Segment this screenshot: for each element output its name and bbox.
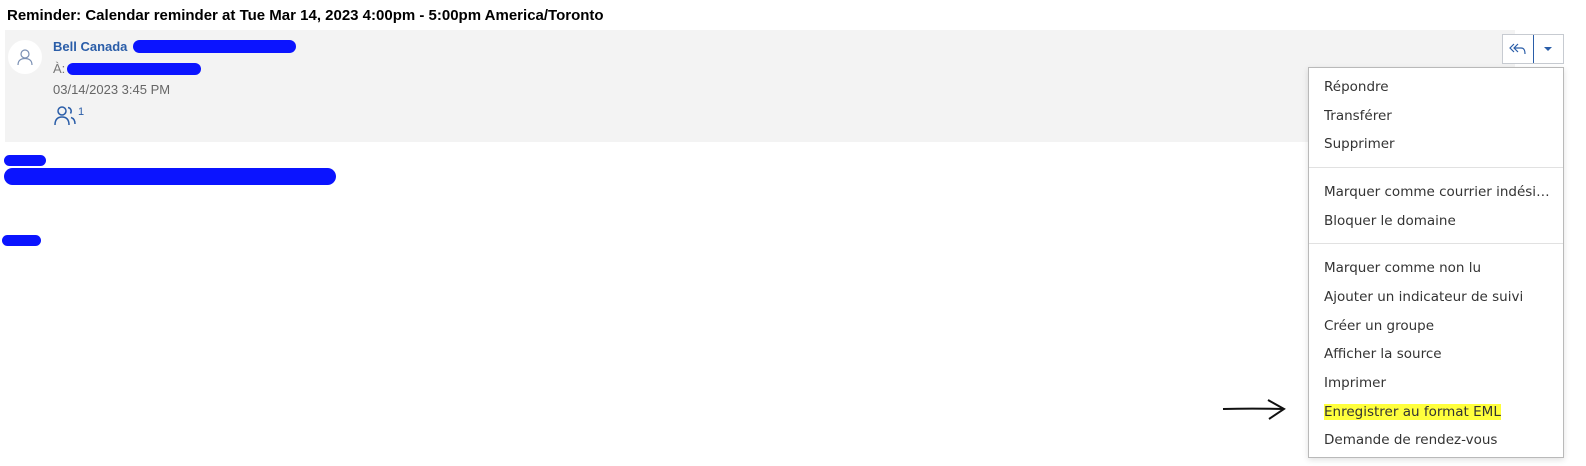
- participants-icon: [54, 106, 76, 126]
- menu-item-delete[interactable]: Supprimer: [1324, 136, 1554, 152]
- menu-item-add-flag[interactable]: Ajouter un indicateur de suivi: [1324, 289, 1554, 305]
- more-actions-button[interactable]: [1532, 35, 1564, 63]
- redacted-body-line-1: [4, 155, 46, 166]
- participants-button[interactable]: 1: [53, 105, 84, 127]
- menu-item-view-source[interactable]: Afficher la source: [1324, 346, 1554, 362]
- message-subject: Reminder: Calendar reminder at Tue Mar 1…: [7, 7, 604, 24]
- menu-item-print[interactable]: Imprimer: [1324, 375, 1554, 391]
- menu-item-save-as-eml-label: Enregistrer au format EML: [1324, 404, 1501, 420]
- pointer-arrow-annotation: [1222, 399, 1286, 420]
- menu-item-block-domain[interactable]: Bloquer le domaine: [1324, 213, 1554, 229]
- participants-count: 1: [78, 106, 85, 118]
- avatar: [8, 40, 42, 74]
- reply-all-button[interactable]: [1503, 35, 1533, 63]
- person-icon: [17, 49, 33, 66]
- menu-item-save-as-eml[interactable]: Enregistrer au format EML: [1324, 404, 1554, 420]
- menu-item-mark-as-unread[interactable]: Marquer comme non lu: [1324, 260, 1554, 276]
- message-date: 03/14/2023 3:45 PM: [53, 82, 171, 97]
- message-actions-toolbar: [1502, 34, 1564, 64]
- redacted-body-line-3: [2, 235, 41, 246]
- menu-item-create-group[interactable]: Créer un groupe: [1324, 318, 1554, 334]
- menu-item-meeting-request[interactable]: Demande de rendez-vous: [1324, 432, 1554, 448]
- menu-item-mark-as-junk[interactable]: Marquer comme courrier indésirable: [1324, 184, 1554, 200]
- menu-divider: [1309, 167, 1563, 168]
- redacted-body-line-2: [4, 168, 336, 185]
- reply-all-icon: [1508, 43, 1526, 55]
- menu-item-forward[interactable]: Transférer: [1324, 108, 1554, 124]
- menu-item-reply[interactable]: Répondre: [1324, 79, 1554, 95]
- redacted-sender-address: [133, 40, 296, 53]
- recipient-label: À:: [53, 61, 66, 76]
- sender-name[interactable]: Bell Canada: [53, 39, 127, 54]
- redacted-recipient: [67, 63, 201, 75]
- caret-down-icon: [1544, 47, 1553, 51]
- menu-divider: [1309, 243, 1563, 244]
- more-actions-menu: Répondre Transférer Supprimer Marquer co…: [1308, 67, 1564, 458]
